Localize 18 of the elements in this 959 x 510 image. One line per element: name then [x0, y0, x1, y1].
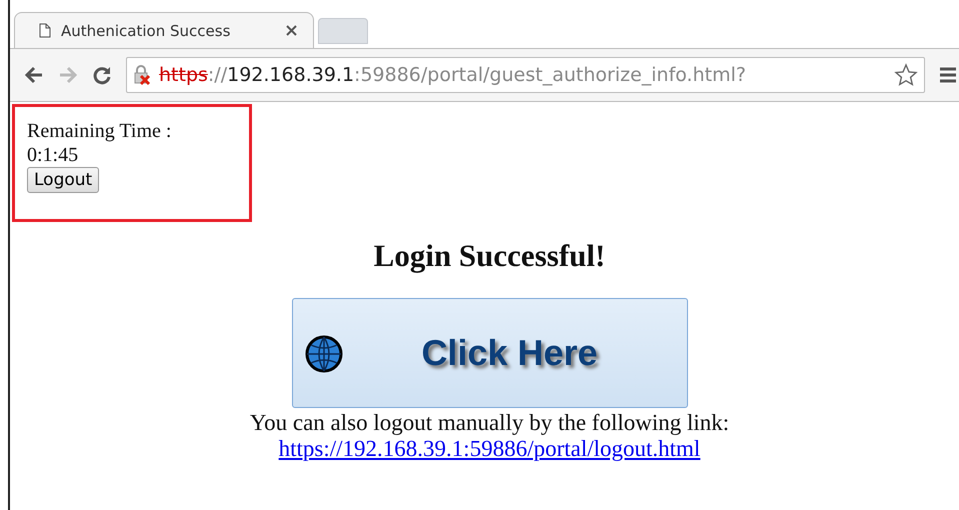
star-icon[interactable] [894, 63, 918, 87]
url-text: https://192.168.39.1:59886/portal/guest_authorize_info.html? [159, 64, 746, 86]
remaining-time-label: Remaining Time : [27, 119, 172, 143]
page-heading: Login Successful! [372, 238, 606, 274]
tab-title: Authenication Success [61, 22, 230, 40]
logout-button[interactable]: Logout [27, 167, 100, 193]
browser-tab[interactable]: Authenication Success [14, 12, 314, 48]
globe-icon [304, 335, 342, 373]
remaining-time-value: 0:1:45 [27, 143, 80, 167]
back-icon[interactable] [24, 66, 44, 84]
address-bar[interactable]: https://192.168.39.1:59886/portal/guest_authorize_info.html? [126, 57, 925, 93]
click-here-button[interactable]: Click Here [292, 298, 688, 408]
logout-hint: You can also logout manually by the following link: [250, 410, 730, 436]
menu-icon[interactable] [939, 66, 957, 84]
reload-icon[interactable] [92, 65, 112, 85]
close-icon[interactable] [286, 25, 297, 36]
logout-link[interactable]: https://192.168.39.1:59886/portal/logout.html [278, 436, 700, 462]
page-icon [39, 23, 51, 38]
